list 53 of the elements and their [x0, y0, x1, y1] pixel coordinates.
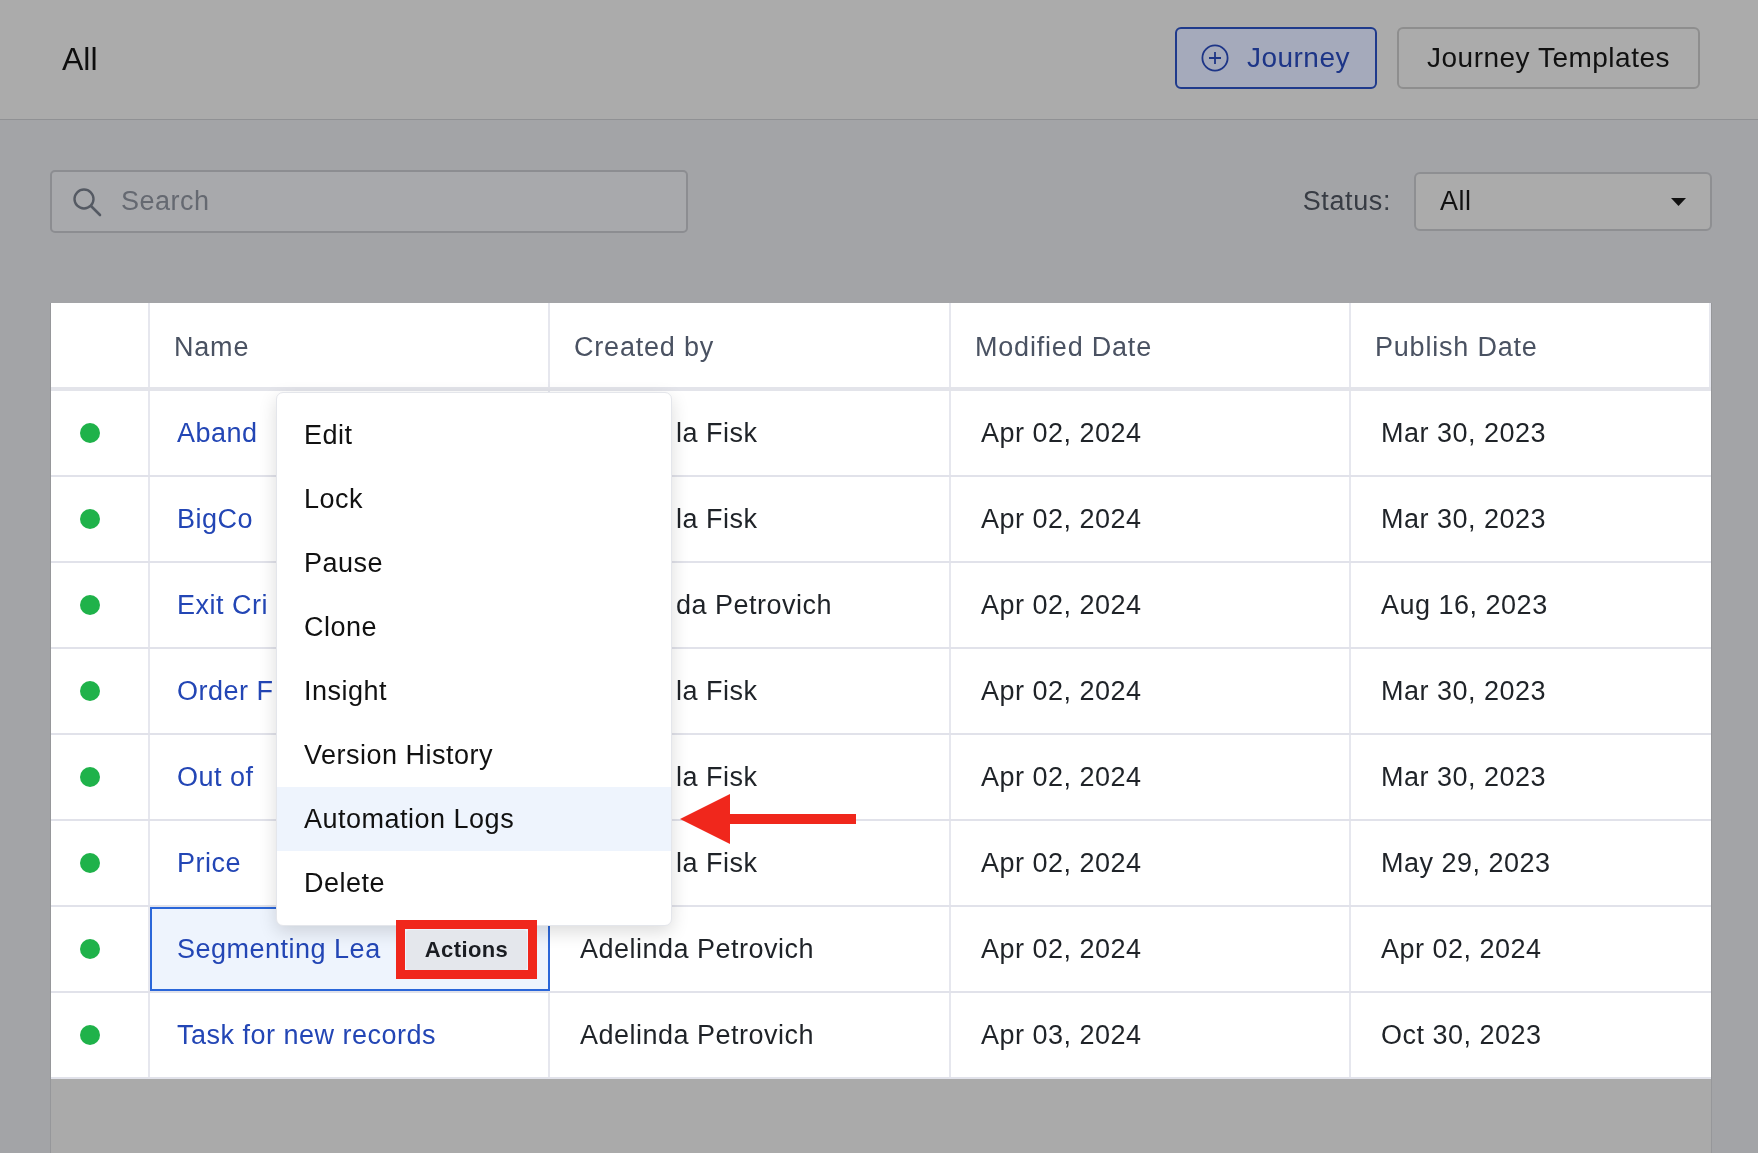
templates-button[interactable]: Journey Templates [1397, 27, 1700, 89]
publish-date: Mar 30, 2023 [1381, 503, 1547, 535]
modified-date: Apr 02, 2024 [981, 417, 1142, 449]
page-title: All [62, 40, 98, 78]
journey-name-link[interactable]: Exit Cri [177, 589, 268, 621]
modified-date: Apr 02, 2024 [981, 933, 1142, 965]
journey-name-link[interactable]: Price [177, 847, 241, 879]
status-label: Status: [1302, 186, 1391, 217]
publish-date: May 29, 2023 [1381, 847, 1551, 879]
publish-date: Mar 30, 2023 [1381, 675, 1547, 707]
author-name: la Fisk [676, 503, 758, 535]
modified-date: Apr 03, 2024 [981, 1019, 1142, 1051]
column-header: Name [174, 331, 250, 363]
author-name: la Fisk [676, 417, 758, 449]
modified-date: Apr 02, 2024 [981, 761, 1142, 793]
publish-date: Oct 30, 2023 [1381, 1019, 1542, 1051]
author-name: la Fisk [676, 675, 758, 707]
author-name: da Petrovich [676, 589, 833, 621]
search-field[interactable]: Search [50, 170, 688, 233]
author-name: la Fisk [676, 847, 758, 879]
status-dropdown[interactable]: All [1414, 172, 1712, 231]
journey-name-link[interactable]: Segmenting Lea [177, 933, 381, 965]
column-header: Publish Date [1375, 331, 1538, 363]
journey-name-link[interactable]: Aband [177, 417, 258, 449]
modified-date: Apr 02, 2024 [981, 503, 1142, 535]
modified-date: Apr 02, 2024 [981, 675, 1142, 707]
column-header: Modified Date [975, 331, 1152, 363]
author-name: Adelinda Petrovich [580, 1019, 815, 1051]
menu-item[interactable]: Lock [277, 467, 671, 531]
column-header: Created by [574, 331, 715, 363]
author-name: Adelinda Petrovich [580, 933, 815, 965]
menu-item[interactable]: Clone [277, 595, 671, 659]
actions-button[interactable]: Actions [406, 929, 527, 970]
modified-date: Apr 02, 2024 [981, 589, 1142, 621]
add-journey-button[interactable]: Journey [1174, 27, 1377, 89]
journey-name-link[interactable]: Order F [177, 675, 274, 707]
modified-date: Apr 02, 2024 [981, 847, 1142, 879]
caret-down-icon [1671, 197, 1686, 206]
menu-item[interactable]: Version History [277, 723, 671, 787]
publish-date: Aug 16, 2023 [1381, 589, 1548, 621]
journey-name-link[interactable]: Out of [177, 761, 254, 793]
journey-name-link[interactable]: BigCo [177, 503, 254, 535]
author-name: la Fisk [676, 761, 758, 793]
menu-item[interactable]: Pause [277, 531, 671, 595]
publish-date: Mar 30, 2023 [1381, 761, 1547, 793]
publish-date: Mar 30, 2023 [1381, 417, 1547, 449]
name-cell[interactable]: Task for new records [150, 993, 550, 1077]
journey-name-link[interactable]: Task for new records [177, 1019, 437, 1051]
publish-date: Apr 02, 2024 [1381, 933, 1542, 965]
search-icon [72, 187, 102, 217]
plus-circle-icon [1200, 44, 1229, 72]
menu-item[interactable]: Edit [277, 403, 671, 467]
menu-item[interactable]: Insight [277, 659, 671, 723]
